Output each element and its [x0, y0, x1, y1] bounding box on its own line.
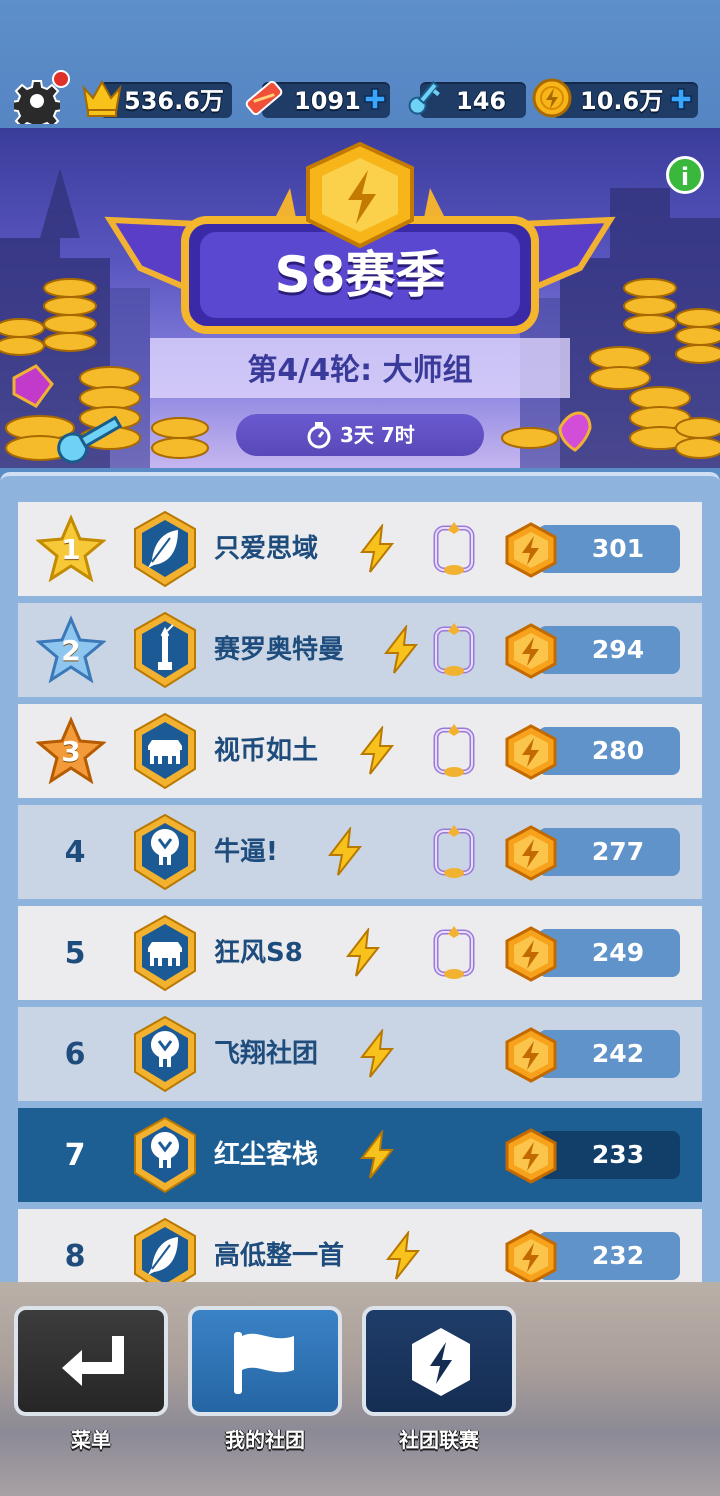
ranking-row[interactable]: 5 狂风S8 249 [18, 906, 702, 1000]
club-eagle-badge-icon [134, 1116, 196, 1194]
score-value: 280 [591, 736, 645, 765]
score-value: 249 [591, 938, 645, 967]
rank-number: 2 [61, 634, 81, 667]
club-name: 高低整一首 [214, 1241, 345, 1271]
club-name: 飞翔社团 [214, 1039, 319, 1069]
lightning-bolt-icon [359, 726, 395, 775]
rank-number: 4 [64, 835, 86, 870]
rank-number: 3 [61, 735, 81, 768]
club-statue-badge-icon [134, 611, 196, 689]
club-name: 牛逼! [214, 837, 278, 867]
season-title: S8赛季 [274, 246, 446, 304]
ranking-row[interactable]: 8 高低整一首 232 [18, 1209, 702, 1286]
info-icon: i [680, 163, 690, 191]
league-points-icon [505, 623, 557, 679]
timer-value: 3天 7时 [340, 423, 415, 447]
league-hex-icon [412, 1328, 470, 1396]
avatar-frame-icon [433, 623, 475, 676]
add-tickets-icon[interactable] [362, 86, 388, 112]
ranking-list[interactable]: 1 只爱思域 301 2 赛罗奥特曼 294 3 视币如土 280 4 牛逼! 277 5 狂风S8 249… [0, 472, 720, 1286]
club-league-button[interactable] [362, 1306, 516, 1416]
league-points-icon [505, 1027, 557, 1083]
avatar-frame-icon [433, 825, 475, 878]
score-value: 277 [591, 837, 645, 866]
my-club-button[interactable] [188, 1306, 342, 1416]
avatar-frame-icon [433, 724, 475, 777]
key-icon [408, 80, 440, 115]
league-points-icon [505, 825, 557, 881]
crown-icon [82, 79, 122, 117]
score-value: 233 [591, 1140, 645, 1169]
club-name: 赛罗奥特曼 [214, 635, 345, 665]
lightning-bolt-icon [385, 1231, 421, 1280]
rank-number: 6 [64, 1037, 86, 1072]
club-name: 狂风S8 [214, 938, 303, 968]
add-coins-icon[interactable] [668, 86, 694, 112]
lightning-bolt-icon [359, 524, 395, 573]
score-value: 294 [591, 635, 645, 664]
ranking-row[interactable]: 3 视币如土 280 [18, 704, 702, 798]
club-feather-badge-icon [134, 510, 196, 588]
rank-number: 8 [64, 1239, 86, 1274]
avatar-frame-icon [433, 926, 475, 979]
ranking-row[interactable]: 2 赛罗奥特曼 294 [18, 603, 702, 697]
league-points-icon [505, 522, 557, 578]
league-points-icon [505, 724, 557, 780]
ranking-row[interactable]: 7 红尘客栈 233 [18, 1108, 702, 1202]
score-value: 232 [591, 1241, 645, 1270]
flag-icon [234, 1332, 294, 1394]
crowns-value: 536.6万 [124, 87, 224, 115]
score-value: 242 [591, 1039, 645, 1068]
tickets-value: 1091 [294, 87, 361, 115]
my-club-label: 我的社团 [225, 1428, 305, 1452]
club-name: 只爱思域 [214, 534, 319, 564]
ranking-row[interactable]: 1 只爱思域 301 [18, 502, 702, 596]
lightning-bolt-icon [345, 928, 381, 977]
gear-icon[interactable] [14, 78, 60, 124]
club-feather-badge-icon [134, 1217, 196, 1286]
return-icon [62, 1336, 124, 1386]
league-points-icon [505, 926, 557, 982]
rank-number: 7 [64, 1138, 86, 1173]
avatar-frame-icon [433, 522, 475, 575]
keys-value: 146 [456, 87, 507, 115]
round-label: 第4/4轮: 大师组 [247, 353, 473, 388]
league-points-icon [505, 1128, 557, 1184]
club-eagle-badge-icon [134, 1015, 196, 1093]
ticket-icon [245, 80, 283, 116]
lightning-bolt-icon [359, 1029, 395, 1078]
ranking-row[interactable]: 4 牛逼! 277 [18, 805, 702, 899]
club-name: 视币如土 [214, 736, 319, 766]
score-value: 301 [591, 534, 645, 563]
club-gate-badge-icon [134, 712, 196, 790]
ranking-row[interactable]: 6 飞翔社团 242 [18, 1007, 702, 1101]
rank-number: 1 [61, 533, 81, 566]
club-gate-badge-icon [134, 914, 196, 992]
club-name: 红尘客栈 [214, 1140, 319, 1170]
menu-button[interactable] [14, 1306, 168, 1416]
menu-label: 菜单 [71, 1428, 111, 1452]
info-button[interactable]: i [666, 156, 704, 194]
notification-dot [52, 70, 70, 88]
rank-number: 5 [64, 936, 86, 971]
coin-icon [532, 78, 572, 118]
club-league-label: 社团联赛 [399, 1428, 479, 1452]
coins-value: 10.6万 [580, 87, 664, 115]
lightning-bolt-icon [359, 1130, 395, 1179]
league-points-icon [505, 1229, 557, 1285]
club-eagle-badge-icon [134, 813, 196, 891]
stopwatch-icon [307, 422, 331, 449]
lightning-bolt-icon [327, 827, 363, 876]
lightning-bolt-icon [383, 625, 419, 674]
